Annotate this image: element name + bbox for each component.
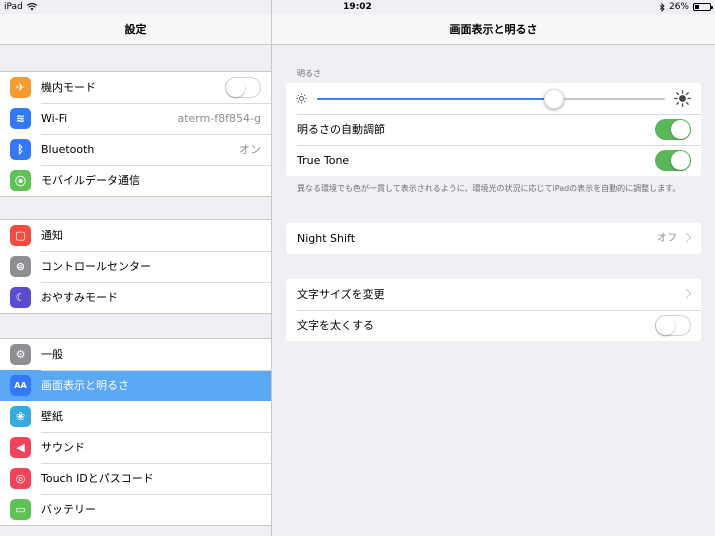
bluetooth-icon: ᛒ <box>10 139 31 160</box>
sidebar-item[interactable]: ◎ Touch IDとパスコード <box>0 463 271 494</box>
sidebar-item-label: おやすみモード <box>41 291 118 304</box>
night-shift-group: Night Shift オフ <box>286 223 701 254</box>
true-tone-row: True Tone <box>286 145 701 176</box>
sidebar-item-label: 壁紙 <box>41 410 63 423</box>
brightness-slider-thumb[interactable] <box>543 89 564 109</box>
auto-brightness-toggle[interactable] <box>655 119 691 140</box>
night-shift-value: オフ <box>657 233 677 244</box>
bluetooth-status-icon <box>659 2 665 12</box>
status-bar: iPad 19:02 26% <box>0 0 715 14</box>
battery-icon: ▭ <box>10 499 31 520</box>
sidebar-item-label: Wi-Fi <box>41 112 68 125</box>
battery-icon <box>693 3 713 11</box>
sidebar-item-label: Touch IDとパスコード <box>41 472 154 485</box>
wifi-icon: ≋ <box>10 108 31 129</box>
sidebar-title: 設定 <box>0 14 271 45</box>
airplane-mode-toggle[interactable] <box>225 77 261 98</box>
sidebar-item-label: 通知 <box>41 229 63 242</box>
settings-group: ⚙ 一般 AA 画面表示と明るさ ❀ 壁紙 ◀ サウンド ◎ Touch IDとパスコード ▭ バッテ… <box>0 338 271 526</box>
settings-group: ▢ 通知 ⊜ コントロールセンター ☾ おやすみモード <box>0 219 271 314</box>
brightness-slider-track[interactable] <box>317 98 665 100</box>
auto-brightness-row: 明るさの自動調節 <box>286 114 701 145</box>
sidebar-item-label: モバイルデータ通信 <box>41 174 140 187</box>
sidebar-item[interactable]: ▢ 通知 <box>0 220 271 251</box>
battery-percent: 26% <box>668 2 689 12</box>
sound-icon: ◀ <box>10 437 31 458</box>
bold-text-label: 文字を太くする <box>297 319 374 332</box>
brightness-section-header: 明るさ <box>297 69 321 78</box>
sidebar-item[interactable]: ⊜ コントロールセンター <box>0 251 271 282</box>
brightness-low-icon <box>296 93 307 104</box>
settings-group: ✈ 機内モード ≋ Wi-Fi aterm-f8f854-g ᛒ Bluetooth オン ⦿ モ… <box>0 71 271 197</box>
bold-text-row: 文字を太くする <box>286 310 701 341</box>
sidebar-item[interactable]: ❀ 壁紙 <box>0 401 271 432</box>
sidebar-item-label: 一般 <box>41 348 63 361</box>
sidebar-item-label: バッテリー <box>41 503 96 516</box>
text-group: 文字サイズを変更 文字を太くする <box>286 279 701 341</box>
cellular-icon: ⦿ <box>10 170 31 191</box>
brightness-slider-fill <box>317 98 554 100</box>
sidebar-item-value: オン <box>239 143 261 156</box>
sidebar-item[interactable]: ✈ 機内モード <box>0 72 271 103</box>
control-center-icon: ⊜ <box>10 256 31 277</box>
gear-icon: ⚙ <box>10 344 31 365</box>
sidebar-item[interactable]: ⚙ 一般 <box>0 339 271 370</box>
fingerprint-icon: ◎ <box>10 468 31 489</box>
night-shift-label: Night Shift <box>297 232 356 245</box>
sidebar-item[interactable]: ▭ バッテリー <box>0 494 271 525</box>
true-tone-label: True Tone <box>297 154 350 167</box>
chevron-right-icon <box>681 288 692 299</box>
auto-brightness-label: 明るさの自動調節 <box>297 123 385 136</box>
brightness-group: 明るさの自動調節 True Tone <box>286 83 701 176</box>
sidebar-item-label: コントロールセンター <box>41 260 151 273</box>
chevron-right-icon <box>681 232 692 243</box>
sidebar-item-label: 機内モード <box>41 81 96 94</box>
sidebar-item-label: 画面表示と明るさ <box>41 379 129 392</box>
moon-icon: ☾ <box>10 287 31 308</box>
notifications-icon: ▢ <box>10 225 31 246</box>
wallpaper-icon: ❀ <box>10 406 31 427</box>
sidebar-item[interactable]: ☾ おやすみモード <box>0 282 271 313</box>
sidebar-item[interactable]: AA 画面表示と明るさ <box>0 370 271 401</box>
detail-pane <box>272 0 715 536</box>
detail-title: 画面表示と明るさ <box>272 14 715 45</box>
night-shift-row[interactable]: Night Shift オフ <box>286 223 701 254</box>
sidebar-item-label: サウンド <box>41 441 85 454</box>
bold-text-toggle[interactable] <box>655 315 691 336</box>
true-tone-toggle[interactable] <box>655 150 691 171</box>
settings-sidebar: 設定 ✈ 機内モード ≋ Wi-Fi aterm-f8f854-g ᛒ Bluetooth オ… <box>0 0 271 536</box>
brightness-high-icon <box>674 90 691 107</box>
sidebar-item-value: aterm-f8f854-g <box>177 112 261 125</box>
sidebar-item[interactable]: ◀ サウンド <box>0 432 271 463</box>
status-time: 19:02 <box>343 2 372 12</box>
text-size-label: 文字サイズを変更 <box>297 288 385 301</box>
display-icon: AA <box>10 375 31 396</box>
sidebar-item-label: Bluetooth <box>41 143 95 156</box>
sidebar-item[interactable]: ᛒ Bluetooth オン <box>0 134 271 165</box>
airplane-icon: ✈ <box>10 77 31 98</box>
true-tone-footnote: 異なる環境でも色が一貫して表示されるように、環境光の状況に応じてiPadの表示を… <box>297 184 681 193</box>
sidebar-item[interactable]: ⦿ モバイルデータ通信 <box>0 165 271 196</box>
sidebar-item[interactable]: ≋ Wi-Fi aterm-f8f854-g <box>0 103 271 134</box>
text-size-row[interactable]: 文字サイズを変更 <box>286 279 701 310</box>
